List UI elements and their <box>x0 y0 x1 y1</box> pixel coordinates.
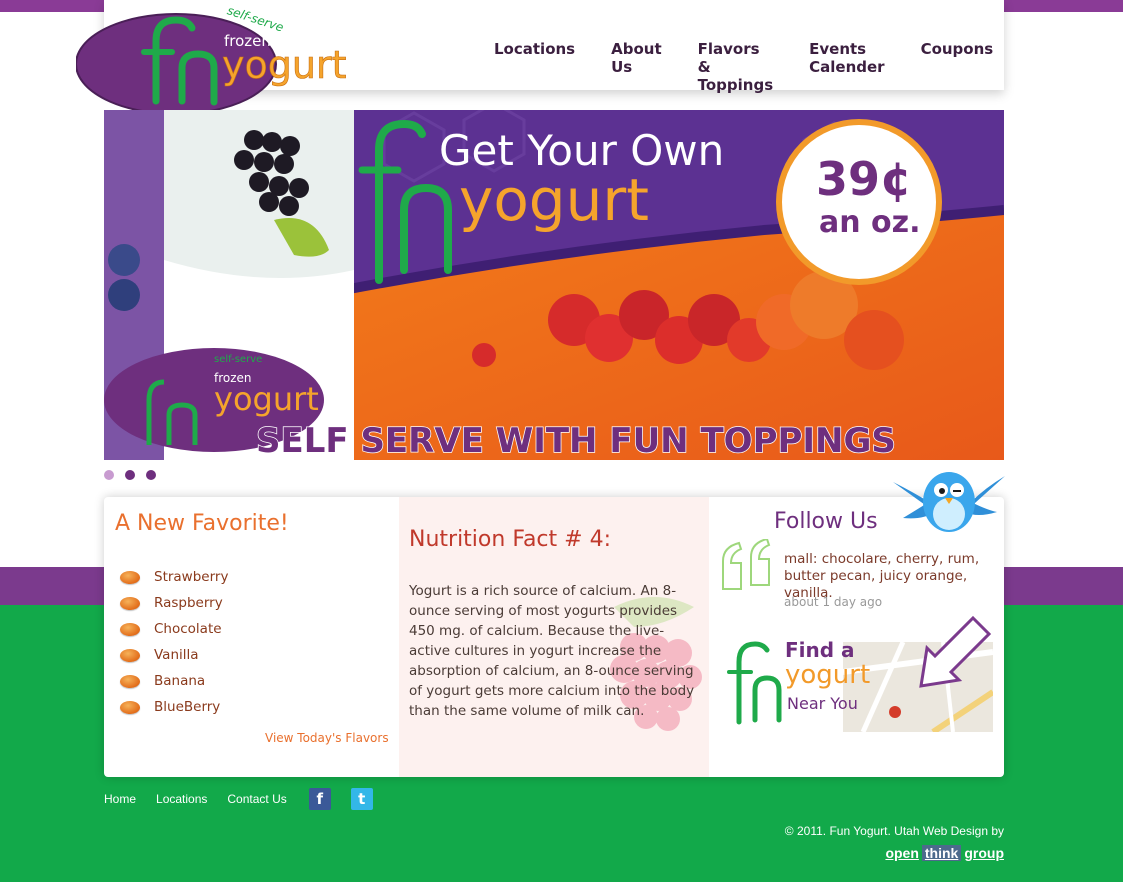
view-flavors-link[interactable]: View Today's Flavors <box>265 731 389 745</box>
list-item[interactable]: Banana <box>120 668 228 694</box>
nutrition-column: Nutrition Fact # 4: Yogurt is a rich sou… <box>399 497 709 777</box>
list-item[interactable]: BlueBerry <box>120 694 228 720</box>
banner-slogan: SELF SERVE WITH FUN TOPPINGS <box>256 421 896 460</box>
arrow-icon <box>919 615 992 688</box>
cup-logo-word: yogurt <box>214 380 319 418</box>
slider-dot-2[interactable] <box>125 470 135 480</box>
find-yogurt-near-you[interactable]: Find a yogurt Near You <box>723 615 993 732</box>
hero-banner[interactable]: self-serve frozen yogurt Get Your Own yo… <box>104 110 1004 460</box>
slider-dot-3[interactable] <box>146 470 156 480</box>
nav-flavors-toppings[interactable]: Flavors & Toppings <box>698 40 774 94</box>
brand-group: group <box>964 845 1004 861</box>
list-item[interactable]: Strawberry <box>120 564 228 590</box>
cup-logo-tag: self-serve <box>214 354 262 365</box>
footer-links: Home Locations Contact Us f t <box>104 788 393 810</box>
quote-icon <box>722 539 771 590</box>
footer-locations-link[interactable]: Locations <box>156 792 207 806</box>
list-item[interactable]: Chocolate <box>120 616 228 642</box>
favorites-title: A New Favorite! <box>115 511 289 536</box>
nav-locations[interactable]: Locations <box>494 40 575 94</box>
follow-title: Follow Us <box>774 509 878 534</box>
pill-icon <box>120 622 140 636</box>
favorites-column: A New Favorite! Strawberry Raspberry Cho… <box>104 497 399 777</box>
pill-icon <box>120 700 140 714</box>
banner-price: 39¢ <box>816 152 912 206</box>
nutrition-title: Nutrition Fact # 4: <box>409 527 611 552</box>
logo-word: yogurt <box>222 43 346 87</box>
fn-logo-icon <box>727 641 782 725</box>
footer-home-link[interactable]: Home <box>104 792 136 806</box>
twitter-bird-icon[interactable] <box>893 462 1005 542</box>
facebook-icon[interactable]: f <box>308 788 331 810</box>
content-panel: A New Favorite! Strawberry Raspberry Cho… <box>104 497 1004 777</box>
banner-headline-2: yogurt <box>459 166 649 234</box>
footer-contact-link[interactable]: Contact Us <box>227 792 286 806</box>
main-nav: Locations About Us Flavors & Toppings Ev… <box>494 40 1029 94</box>
find-line2: yogurt <box>785 660 871 690</box>
tweet-time: about 1 day ago <box>784 595 883 609</box>
banner-price-unit: an oz. <box>819 205 921 240</box>
site-logo[interactable]: self-serve frozen yogurt <box>75 3 366 116</box>
pill-icon <box>120 674 140 688</box>
nav-about-us[interactable]: About Us <box>611 40 662 94</box>
nav-events-calender[interactable]: Events Calender <box>809 40 884 94</box>
open-think-group-logo[interactable]: open think group <box>885 845 1004 861</box>
flavor-list: Strawberry Raspberry Chocolate Vanilla B… <box>120 564 228 720</box>
brand-open: open <box>885 845 919 861</box>
find-line1: Find a <box>785 638 855 662</box>
copyright-text: © 2011. Fun Yogurt. Utah Web Design by <box>784 824 1004 838</box>
pill-icon <box>120 596 140 610</box>
list-item[interactable]: Vanilla <box>120 642 228 668</box>
find-line3: Near You <box>787 694 858 713</box>
slider-dots <box>104 470 156 480</box>
nutrition-text: Yogurt is a rich source of calcium. An 8… <box>409 583 695 719</box>
brand-think: think <box>921 845 962 861</box>
list-item[interactable]: Raspberry <box>120 590 228 616</box>
twitter-icon[interactable]: t <box>350 788 373 810</box>
pill-icon <box>120 570 140 584</box>
slider-dot-1[interactable] <box>104 470 114 480</box>
nav-coupons[interactable]: Coupons <box>921 40 994 94</box>
pill-icon <box>120 648 140 662</box>
